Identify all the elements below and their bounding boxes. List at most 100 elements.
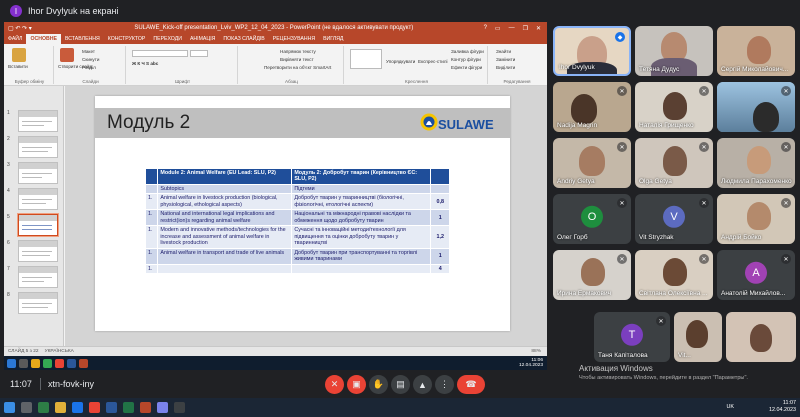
shape-outline-button[interactable]: Контур фігури — [451, 57, 481, 62]
edge-icon[interactable] — [72, 402, 83, 413]
meeting-code[interactable]: xtn-fovk-iny — [48, 379, 94, 389]
system-clock[interactable]: 11:07 12.04.2023 — [769, 400, 796, 414]
language-indicator[interactable]: UK — [727, 404, 735, 410]
participant-tile[interactable]: ✕ — [717, 82, 795, 132]
captions-icon[interactable]: ▤ — [391, 375, 410, 394]
participant-tile[interactable]: Тетяна Дудус — [635, 26, 713, 76]
replace-button[interactable]: Замінити — [496, 57, 515, 62]
participant-tile[interactable]: ✕ Андрій Бойко — [717, 194, 795, 244]
find-button[interactable]: Знайти — [496, 49, 511, 54]
participant-tile[interactable]: ✕ Andriy Getya — [553, 138, 631, 188]
font-style-buttons[interactable]: Ж К Ч S abc — [132, 61, 158, 66]
section-button[interactable]: Розділ — [82, 65, 96, 70]
participant-tile[interactable]: ✕ Ирина Ермакович — [553, 250, 631, 300]
present-icon[interactable]: ▲ — [413, 375, 432, 394]
table-cell: Національні та міжнародні правові наслід… — [291, 209, 432, 227]
inner-clock: 11:06 12.04.2023 — [519, 358, 547, 369]
slide-thumbnail[interactable] — [18, 110, 58, 132]
table-row: 1. 4 — [144, 263, 450, 275]
word-icon[interactable] — [106, 402, 117, 413]
ribbon-display-icon[interactable]: ▭ — [495, 25, 501, 32]
teams-icon[interactable] — [38, 402, 49, 413]
tab-review[interactable]: РЕЦЕНЗУВАННЯ — [269, 34, 319, 44]
camera-toggle-icon[interactable]: ▣ — [347, 375, 366, 394]
font-size-box[interactable] — [190, 50, 208, 57]
participant-tile[interactable]: ◆ Ihor Dvylyuk — [553, 26, 631, 76]
slide-thumbnail[interactable] — [18, 240, 58, 262]
convert-smartart-button[interactable]: Перетворити на об'єкт SmartArt — [264, 65, 331, 70]
tab-view[interactable]: ВИГЛЯД — [319, 34, 347, 44]
slide-thumbnail-selected[interactable] — [18, 214, 58, 236]
slide-thumbnail[interactable] — [18, 266, 58, 288]
new-slide-icon[interactable] — [60, 48, 74, 62]
close-icon[interactable]: ✕ — [536, 25, 541, 32]
windows-start-icon[interactable] — [7, 358, 16, 368]
excel-icon[interactable] — [123, 402, 134, 413]
shape-effects-button[interactable]: Ефекти фігури — [451, 65, 482, 70]
table-row: 1. National and international legal impl… — [144, 209, 450, 227]
slide-thumbnail[interactable] — [18, 162, 58, 184]
participant-tile[interactable]: V ✕ Vit Stryzhak — [635, 194, 713, 244]
slide-thumbnail[interactable] — [18, 136, 58, 158]
participant-name: Vit Stryzhak — [639, 234, 674, 241]
file-explorer-icon[interactable] — [55, 402, 66, 413]
window-controls[interactable]: ? ▭ — ❐ ✕ — [484, 25, 547, 32]
help-icon[interactable]: ? — [484, 25, 487, 32]
mic-toggle-icon[interactable]: ✕ — [325, 375, 344, 394]
shapes-gallery[interactable] — [350, 49, 382, 69]
participant-tile[interactable]: ✕ Nadija Magrin — [553, 82, 631, 132]
zoom-level[interactable]: 88% — [531, 349, 547, 354]
search-icon[interactable] — [21, 402, 32, 413]
quick-access-toolbar[interactable]: ▢ ↶ ↷ ▾ — [4, 25, 64, 32]
more-options-icon[interactable]: ⋮ — [435, 375, 454, 394]
participant-name: Ihor Dvylyuk — [559, 64, 595, 71]
windows-start-icon[interactable] — [4, 402, 15, 413]
restore-icon[interactable]: ❐ — [523, 25, 528, 32]
chrome-icon[interactable] — [43, 358, 52, 368]
participant-tile[interactable]: Vit... — [674, 312, 722, 362]
slide-thumbnail[interactable] — [18, 292, 58, 314]
participant-tile[interactable] — [726, 312, 796, 362]
shape-fill-button[interactable]: Заливка фігури — [451, 49, 484, 54]
participant-tile[interactable]: Т ✕ Таня Капіталова — [594, 312, 670, 362]
media-icon[interactable] — [55, 358, 64, 368]
tab-design[interactable]: КОНСТРУКТОР — [104, 34, 150, 44]
tab-animations[interactable]: АНІМАЦІЯ — [186, 34, 219, 44]
reset-button[interactable]: Скинути — [82, 57, 99, 62]
chrome-icon[interactable] — [89, 402, 100, 413]
raise-hand-icon[interactable]: ✋ — [369, 375, 388, 394]
participant-tile[interactable]: А ✕ Анатолій Михайлов... — [717, 250, 795, 300]
font-name-box[interactable] — [132, 50, 188, 57]
explorer-icon[interactable] — [19, 358, 28, 368]
participant-tile[interactable]: ✕ Світлана Олексіївна ... — [635, 250, 713, 300]
app-icon[interactable] — [157, 402, 168, 413]
tab-insert[interactable]: ВСТАВЛЕННЯ — [61, 34, 104, 44]
participant-tile[interactable]: ✕ Olga Getya — [635, 138, 713, 188]
slide-thumbnail[interactable] — [18, 188, 58, 210]
powerpoint-icon[interactable] — [140, 402, 151, 413]
tab-slideshow[interactable]: ПОКАЗ СЛАЙДІВ — [219, 34, 268, 44]
tab-file[interactable]: ФАЙЛ — [4, 34, 26, 44]
end-call-icon[interactable]: ☎ — [457, 375, 485, 394]
slide-canvas[interactable]: Модуль 2 SULAWE Module 2: Animal Welfare… — [95, 96, 510, 331]
minimize-icon[interactable]: — — [509, 25, 515, 32]
word-icon[interactable] — [67, 358, 76, 368]
paste-icon[interactable] — [12, 48, 26, 62]
folder-icon[interactable] — [31, 358, 40, 368]
align-text-button[interactable]: Вирівняти текст — [280, 57, 314, 62]
participant-tile[interactable]: О ✕ Олег Горб — [553, 194, 631, 244]
tab-transitions[interactable]: ПЕРЕХОДИ — [149, 34, 186, 44]
select-button[interactable]: Виділити — [496, 65, 515, 70]
powerpoint-icon[interactable] — [79, 358, 88, 368]
text-direction-button[interactable]: Напрямок тексту — [280, 49, 316, 54]
layout-button[interactable]: Макет — [82, 49, 95, 54]
tab-home[interactable]: ОСНОВНЕ — [26, 34, 61, 44]
quick-styles-button[interactable]: Експрес-стилі — [418, 59, 448, 64]
app-icon[interactable] — [174, 402, 185, 413]
participant-video — [747, 36, 771, 64]
participant-tile[interactable]: Сергій Миколайович... — [717, 26, 795, 76]
participant-tile[interactable]: ✕ Наталія Грищенко — [635, 82, 713, 132]
participant-tile[interactable]: ✕ Людмила Парахоменко — [717, 138, 795, 188]
arrange-button[interactable]: Упорядкувати — [386, 59, 415, 64]
paste-button[interactable]: Вставити — [8, 64, 28, 69]
